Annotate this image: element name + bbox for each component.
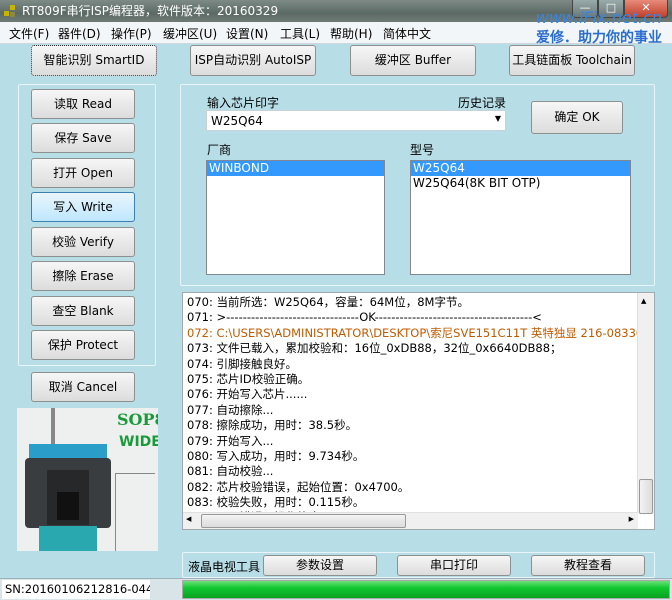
protect-button[interactable]: 保护 Protect [31,330,135,360]
verify-button[interactable]: 校验 Verify [31,227,135,257]
log-output[interactable]: 070: 当前所选：W25Q64，容量：64M位，8M字节。 071: >----… [182,292,655,530]
brand-url: www.iFix.net.cn [535,8,662,27]
log-line: 075: 芯片ID校验正确。 [187,371,310,386]
log-line: 071: >--------------------------------OK… [187,310,542,325]
smartid-button[interactable]: 智能识别 SmartID [31,45,157,76]
log-line: 077: 自动擦除... [187,402,274,417]
vendor-list[interactable]: WINBOND [206,160,385,275]
horizontal-scroll-thumb[interactable] [201,514,406,528]
progress-bar [182,580,670,599]
vendor-label: 厂商 [207,143,232,157]
brand-slogan: 爱修．助力你的事业 [536,30,662,46]
horizontal-scrollbar[interactable]: ◀ ▶ [183,512,638,529]
vertical-scroll-thumb[interactable] [639,479,653,514]
write-button[interactable]: 写入 Write [31,192,135,222]
progress-fill [183,581,669,598]
blank-button[interactable]: 查空 Blank [31,296,135,326]
window-title: RT809F串行ISP编程器，软件版本：20160329 [22,4,279,18]
scroll-up-icon[interactable]: ▲ [641,297,646,305]
tutorial-button[interactable]: 教程查看 [531,555,645,576]
log-line: 074: 引脚接触良好。 [187,356,297,371]
menu-device[interactable]: 器件(D) [58,25,101,42]
log-line: 078: 擦除成功，用时：38.5秒。 [187,418,358,433]
sop8-label: SOP8 [117,410,158,429]
log-line: 083: 校验失败，用时：0.115秒。 [187,495,365,510]
scroll-right-icon[interactable]: ▶ [629,515,634,523]
chip-input-value: W25Q64 [211,114,263,128]
erase-button[interactable]: 擦除 Erase [31,261,135,291]
model-item[interactable]: W25Q64(8K BIT OTP) [411,176,630,191]
chip-input[interactable]: W25Q64 ▼ [206,110,506,131]
log-line: 070: 当前所选：W25Q64，容量：64M位，8M字节。 [187,295,469,309]
cancel-button[interactable]: 取消 Cancel [31,372,135,402]
menu-tools[interactable]: 工具(L) [280,25,320,42]
tv-tools-label: 液晶电视工具 [188,560,261,574]
log-line: 082: 芯片校验错误，起始位置：0x4700。 [187,479,410,494]
parameter-settings-button[interactable]: 参数设置 [263,555,377,576]
menu-buffer[interactable]: 缓冲区(U) [163,25,217,42]
dropdown-arrow-icon[interactable]: ▼ [495,114,501,123]
read-button[interactable]: 读取 Read [31,89,135,119]
app-icon [4,5,16,17]
scroll-left-icon[interactable]: ◀ [186,515,191,523]
log-line: 081: 自动校验... [187,464,274,479]
socket-image: SOP8 WIDE [17,408,158,551]
buffer-button[interactable]: 缓冲区 Buffer [350,45,476,76]
menu-help[interactable]: 帮助(H) [330,25,372,42]
save-button[interactable]: 保存 Save [31,123,135,153]
model-item[interactable]: W25Q64 [411,161,630,176]
model-label: 型号 [410,143,435,157]
log-line: 073: 文件已载入，累加校验和：16位_0xDB88，32位_0x6640DB… [187,341,562,356]
menu-file[interactable]: 文件(F) [9,25,49,42]
ok-button[interactable]: 确定 OK [531,101,623,134]
log-line: 076: 开始写入芯片...... [187,387,308,402]
log-line: 079: 开始写入... [187,433,274,448]
menu-settings[interactable]: 设置(N) [226,25,268,42]
chip-input-label: 输入芯片印字 [207,96,280,110]
log-line: 072: C:\USERS\ADMINISTRATOR\DESKTOP\索尼SV… [187,325,655,340]
toolchain-button[interactable]: 工具链面板 Toolchain [509,45,635,76]
model-list[interactable]: W25Q64 W25Q64(8K BIT OTP) [410,160,631,275]
open-button[interactable]: 打开 Open [31,158,135,188]
history-label: 历史记录 [458,96,507,110]
vertical-scrollbar[interactable]: ▲ [637,293,654,514]
menu-language[interactable]: 简体中文 [383,25,431,42]
serial-number: SN:20160106212816-0446 [2,580,150,599]
wide-label: WIDE [119,434,158,450]
autoisp-button[interactable]: ISP自动识别 AutoISP [190,45,316,76]
log-line: 080: 写入成功，用时：9.734秒。 [187,448,365,463]
serial-print-button[interactable]: 串口打印 [397,555,511,576]
menu-operation[interactable]: 操作(P) [111,25,152,42]
vendor-item[interactable]: WINBOND [207,161,384,176]
